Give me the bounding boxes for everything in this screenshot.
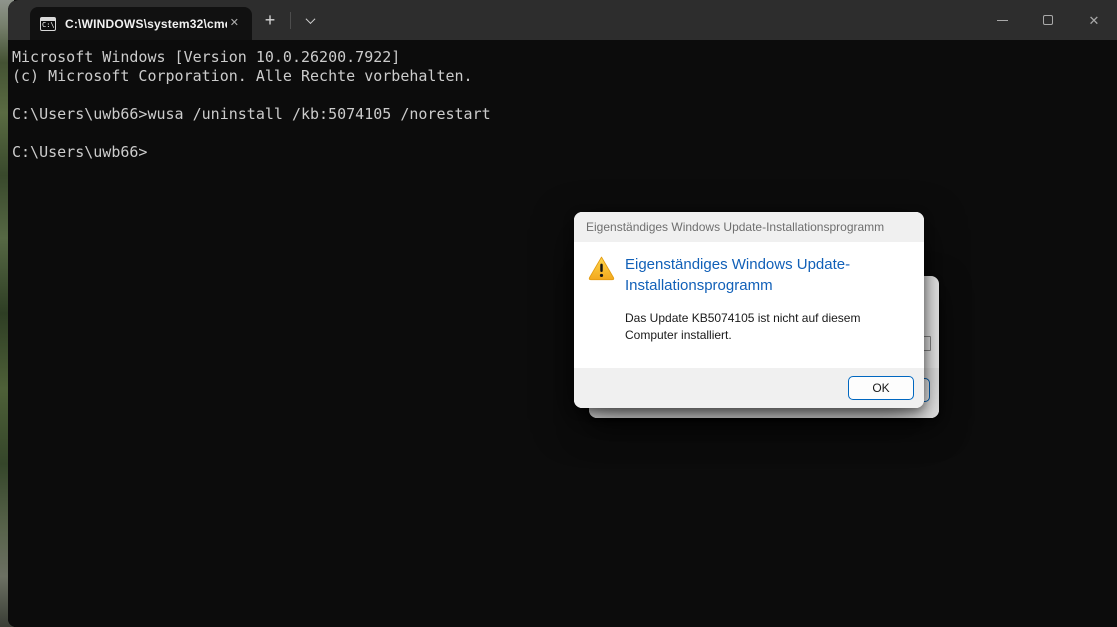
wusa-message-dialog: Eigenständiges Windows Update-Installati… <box>574 212 924 408</box>
dialog-heading: Eigenständiges Windows Update-Installati… <box>625 254 853 296</box>
terminal-line: Microsoft Windows [Version 10.0.26200.79… <box>12 48 1117 67</box>
close-button[interactable]: ✕ <box>1071 0 1117 40</box>
dialog-title: Eigenständiges Windows Update-Installati… <box>586 220 884 234</box>
minimize-button[interactable] <box>979 0 1025 40</box>
close-icon: ✕ <box>1089 14 1100 27</box>
window-controls: ✕ <box>979 0 1117 40</box>
minimize-icon <box>997 20 1008 21</box>
terminal-window: C:\ C:\WINDOWS\system32\cmd. ✕ + ✕ Micro… <box>8 0 1117 627</box>
tab-title: C:\WINDOWS\system32\cmd. <box>65 17 227 31</box>
tab-dropdown-button[interactable] <box>296 6 324 34</box>
maximize-button[interactable] <box>1025 0 1071 40</box>
warning-icon <box>588 255 615 282</box>
chevron-down-icon <box>305 14 315 24</box>
terminal-line: C:\Users\uwb66>wusa /uninstall /kb:50741… <box>12 105 1117 124</box>
titlebar-divider <box>290 12 291 29</box>
dialog-text-column: Eigenständiges Windows Update-Installati… <box>625 254 910 368</box>
new-tab-button[interactable]: + <box>255 6 285 34</box>
terminal-output-area[interactable]: Microsoft Windows [Version 10.0.26200.79… <box>8 40 1117 627</box>
dialog-titlebar[interactable]: Eigenständiges Windows Update-Installati… <box>574 212 924 242</box>
dialog-footer: OK <box>574 368 924 408</box>
cmd-prompt-icon: C:\ <box>40 17 56 31</box>
terminal-line <box>12 86 1117 105</box>
tab-close-icon[interactable]: ✕ <box>227 16 242 31</box>
dialog-message: Das Update KB5074105 ist nicht auf diese… <box>625 310 910 344</box>
terminal-line: (c) Microsoft Corporation. Alle Rechte v… <box>12 67 1117 86</box>
terminal-line <box>12 124 1117 143</box>
dialog-body: Eigenständiges Windows Update-Installati… <box>574 242 924 368</box>
terminal-tab-cmd[interactable]: C:\ C:\WINDOWS\system32\cmd. ✕ <box>30 7 252 40</box>
maximize-icon <box>1043 15 1053 25</box>
terminal-titlebar[interactable]: C:\ C:\WINDOWS\system32\cmd. ✕ + ✕ <box>8 0 1117 40</box>
ok-button[interactable]: OK <box>848 376 914 400</box>
terminal-prompt-line: C:\Users\uwb66> <box>12 143 1117 162</box>
